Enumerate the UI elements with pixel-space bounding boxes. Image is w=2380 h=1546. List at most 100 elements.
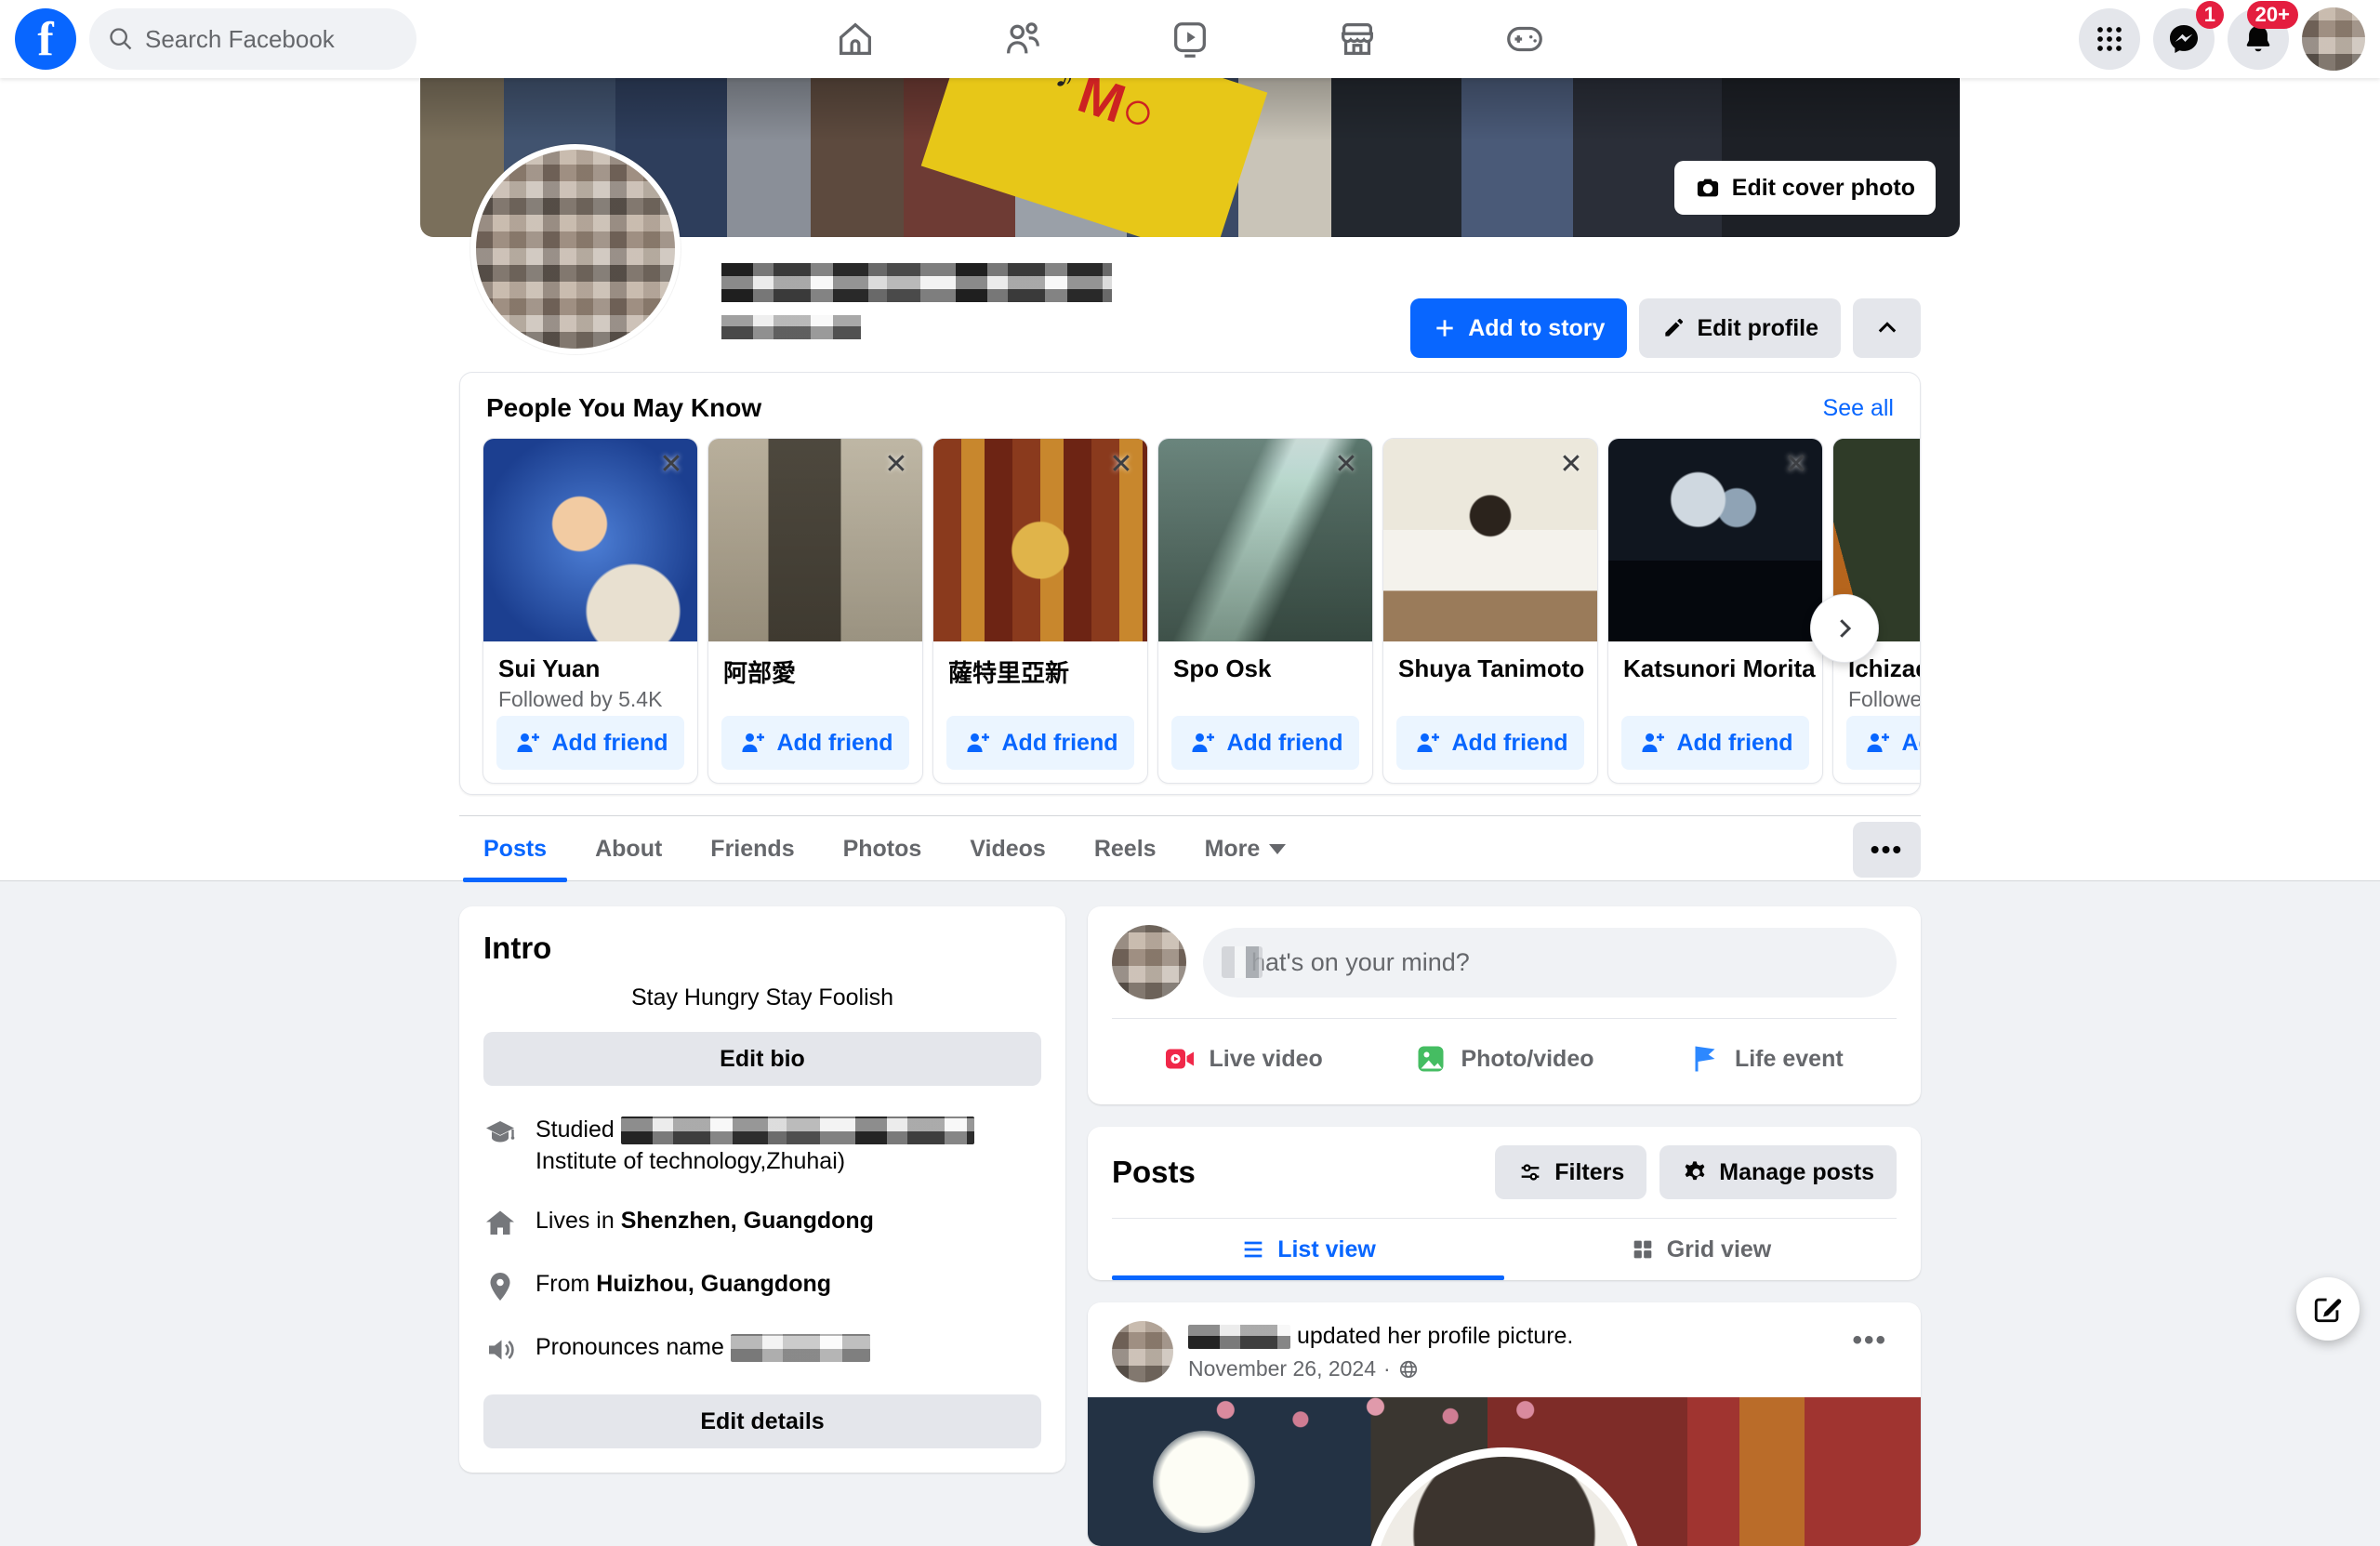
manage-posts-button[interactable]: Manage posts [1659, 1145, 1897, 1199]
pymk-title: People You May Know [486, 393, 761, 423]
apps-menu-button[interactable] [2079, 8, 2140, 70]
add-friend-button[interactable]: Add friend [946, 716, 1134, 770]
add-friend-button[interactable]: Add friend [721, 716, 909, 770]
person-name[interactable]: 阿部愛 [708, 641, 922, 689]
friends-icon [1001, 18, 1044, 60]
person-name[interactable]: Sui Yuan [483, 641, 697, 683]
facebook-logo[interactable]: f [15, 8, 76, 70]
dismiss-suggestion-button[interactable]: ✕ [1554, 448, 1588, 482]
intro-pronounces-row: Pronounces name [483, 1331, 1041, 1367]
notifications-button[interactable]: 20+ [2228, 8, 2289, 70]
add-friend-button[interactable]: Add friend [496, 716, 684, 770]
photo-video-button[interactable]: Photo/video [1373, 1028, 1634, 1090]
person-add-icon [1638, 729, 1666, 757]
education-icon [483, 1116, 517, 1149]
intro-title: Intro [483, 931, 1041, 966]
tab-posts[interactable]: Posts [459, 816, 571, 882]
person-subtitle [1608, 683, 1822, 687]
nav-tab-gaming[interactable] [1441, 0, 1608, 78]
dismiss-suggestion-button[interactable]: ✕ [1104, 448, 1138, 482]
list-view-tab[interactable]: List view [1112, 1219, 1504, 1280]
add-to-story-button[interactable]: Add to story [1410, 298, 1627, 358]
cover-banner: ♪M○ [921, 78, 1268, 237]
tab-more[interactable]: More [1181, 816, 1311, 882]
filters-button[interactable]: Filters [1495, 1145, 1646, 1199]
dismiss-suggestion-button[interactable]: ✕ [654, 448, 688, 482]
person-name[interactable]: Shuya Tanimoto [1383, 641, 1597, 683]
tab-reels[interactable]: Reels [1070, 816, 1181, 882]
person-name[interactable]: 薩特里亞新 [933, 641, 1147, 689]
person-add-icon [963, 729, 991, 757]
nav-tab-home[interactable] [772, 0, 939, 78]
tab-photos[interactable]: Photos [819, 816, 946, 882]
messenger-icon [2167, 22, 2201, 56]
person-name[interactable]: Spo Osk [1158, 641, 1372, 683]
edit-bio-button[interactable]: Edit bio [483, 1032, 1041, 1086]
collapse-header-button[interactable] [1853, 298, 1921, 358]
tab-videos[interactable]: Videos [945, 816, 1070, 882]
person-add-icon [1188, 729, 1216, 757]
add-friend-button[interactable]: Add friend [1846, 716, 1921, 770]
live-video-button[interactable]: Live video [1112, 1028, 1373, 1090]
from-value: Huizhou, Guangdong [596, 1271, 831, 1297]
person-photo: ✕ [708, 439, 922, 641]
post-composer-card: hat's on your mind? Live video Photo/vid… [1088, 906, 1921, 1104]
pymk-see-all-link[interactable]: See all [1823, 395, 1894, 422]
profile-picture-in-post [1365, 1447, 1644, 1546]
person-photo: ✕ [483, 439, 697, 641]
camera-icon [1695, 175, 1721, 201]
intro-lives-row: Lives in Shenzhen, Guangdong [483, 1205, 1041, 1240]
nav-tab-friends[interactable] [939, 0, 1106, 78]
add-friend-button[interactable]: Add friend [1171, 716, 1359, 770]
moon-decor [1153, 1431, 1255, 1533]
add-friend-button[interactable]: Add friend [1396, 716, 1584, 770]
post-author-name-redacted[interactable] [1188, 1325, 1290, 1349]
whats-on-your-mind-input[interactable]: hat's on your mind? [1203, 928, 1897, 998]
pymk-person-card: ✕ 阿部愛 Add friend [707, 438, 923, 784]
tab-about[interactable]: About [571, 816, 686, 882]
pymk-person-card: ✕ Sui Yuan Followed by 5.4K Add friend [483, 438, 698, 784]
dismiss-suggestion-button[interactable]: ✕ [1329, 448, 1363, 482]
tab-friends[interactable]: Friends [686, 816, 818, 882]
composer-blur-chip [1222, 946, 1263, 978]
grid-view-tab[interactable]: Grid view [1504, 1219, 1897, 1280]
chevron-right-icon [1831, 614, 1858, 642]
pymk-person-card: ✕ Katsunori Morita Add friend [1607, 438, 1823, 784]
nav-tab-watch[interactable] [1106, 0, 1274, 78]
divider [1112, 1018, 1897, 1019]
profile-picture[interactable] [470, 144, 681, 354]
edit-profile-button[interactable]: Edit profile [1639, 298, 1841, 358]
person-subtitle [1383, 683, 1597, 687]
add-friend-button[interactable]: Add friend [1621, 716, 1809, 770]
globe-privacy-icon [1398, 1359, 1419, 1380]
search-input[interactable]: Search Facebook [89, 8, 416, 70]
bio-text: Stay Hungry Stay Foolish [483, 984, 1041, 1011]
profile-name-redacted [721, 263, 1112, 302]
person-name[interactable]: Katsunori Morita [1608, 641, 1822, 683]
edit-details-button[interactable]: Edit details [483, 1394, 1041, 1448]
pymk-next-button[interactable] [1810, 594, 1879, 663]
tabs-overflow-button[interactable]: ••• [1853, 822, 1921, 878]
post-image[interactable] [1088, 1397, 1921, 1546]
dismiss-suggestion-button[interactable]: ✕ [879, 448, 913, 482]
pronunciation-redacted [731, 1334, 870, 1362]
post-author-avatar[interactable] [1112, 1321, 1173, 1382]
people-you-may-know-card: People You May Know See all ✕ Sui Yuan F… [459, 372, 1921, 795]
life-event-button[interactable]: Life event [1635, 1028, 1897, 1090]
watch-icon [1169, 18, 1211, 60]
account-avatar[interactable] [2302, 7, 2365, 71]
post-options-button[interactable]: ••• [1843, 1321, 1897, 1360]
person-add-icon [513, 729, 541, 757]
dismiss-suggestion-button[interactable]: ✕ [1779, 448, 1813, 482]
search-icon [108, 26, 134, 52]
nav-tab-marketplace[interactable] [1274, 0, 1441, 78]
post-action-text: updated her profile picture. [1297, 1323, 1573, 1349]
composer-avatar[interactable] [1112, 925, 1186, 999]
edit-cover-photo-button[interactable]: Edit cover photo [1674, 161, 1936, 215]
location-pin-icon [483, 1270, 517, 1303]
post-date[interactable]: November 26, 2024 [1188, 1356, 1376, 1381]
life-event-flag-icon [1688, 1042, 1722, 1076]
messenger-button[interactable]: 1 [2153, 8, 2215, 70]
compose-fab-button[interactable] [2296, 1277, 2360, 1341]
live-video-icon [1163, 1042, 1197, 1076]
